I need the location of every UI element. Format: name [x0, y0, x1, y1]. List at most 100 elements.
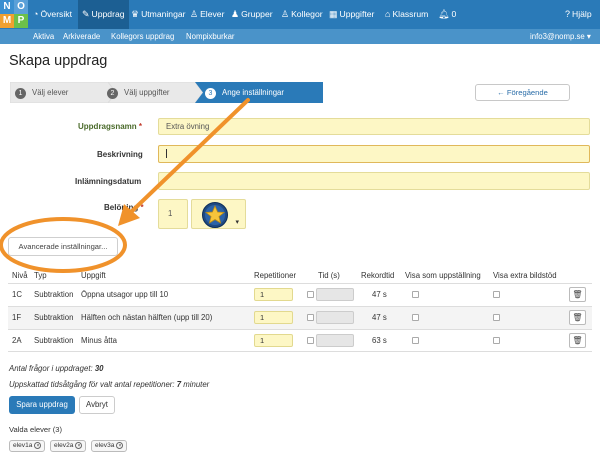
task-cell: Hälften och nästan hälften (upp till 20) [81, 313, 213, 322]
subnav-item-nompixburkar[interactable]: Nompixburkar [186, 29, 235, 44]
required-mark: * [140, 203, 144, 212]
subnav-item-kollegors-uppdrag[interactable]: Kollegors uppdrag [111, 29, 174, 44]
nav-item-klassrum[interactable]: ⌂ Klassrum [385, 0, 428, 29]
classroom-icon: ⌂ [385, 9, 391, 19]
step-settings[interactable]: 3 Ange inställningar [205, 82, 284, 103]
edit-icon: ✎ [82, 9, 90, 19]
time-input[interactable] [316, 334, 354, 347]
type-cell: Subtraktion [34, 290, 74, 299]
type-cell: Subtraktion [34, 336, 74, 345]
caret-down-icon: ▾ [586, 32, 591, 41]
level-cell: 1C [12, 290, 22, 299]
logo-letter: N [0, 0, 14, 14]
trash-icon: 🗑︎ [572, 313, 583, 322]
record-cell: 63 s [372, 336, 387, 345]
show-layout-checkbox[interactable] [412, 337, 419, 344]
top-navbar: N O M P ◔ Översikt ✎ Uppdrag ♛ Utmaningar ♙… [0, 0, 600, 29]
nomp-logo[interactable]: N O M P [0, 0, 29, 29]
colleagues-icon: ♙ [281, 9, 290, 19]
subnav-item-aktiva[interactable]: Aktiva [33, 29, 54, 44]
nav-item-utmaningar[interactable]: ♛ Utmaningar [131, 0, 186, 29]
nav-item-kollegor[interactable]: ♙ Kollegor [281, 0, 323, 29]
repetitions-input[interactable]: 1 [254, 334, 293, 347]
delete-button[interactable]: 🗑︎ [569, 310, 586, 325]
show-layout-checkbox[interactable] [412, 291, 419, 298]
time-limit-checkbox[interactable] [307, 337, 314, 344]
repetitions-input[interactable]: 1 [254, 311, 293, 324]
due-date-label: Inlämningsdatum [75, 177, 142, 186]
table-row: 1F Subtraktion Hälften och nästan hälfte… [8, 306, 592, 329]
dashboard-icon: ◔ [33, 9, 39, 19]
help-icon: ? [565, 9, 571, 19]
logo-letter: M [0, 14, 14, 28]
sub-navbar: Aktiva Arkiverade Kollegors uppdrag Nomp… [0, 29, 600, 44]
student-chip[interactable]: elev2a × [50, 440, 87, 452]
nav-item-oversikt[interactable]: ◔ Översikt [33, 0, 72, 29]
caret-down-icon: ▾ [235, 219, 239, 226]
chosen-students-label: Valda elever (3) [9, 425, 63, 434]
col-header-record: Rekordtid [361, 271, 395, 280]
due-date-input[interactable] [158, 172, 590, 190]
advanced-settings-button[interactable]: Avancerade inställningar... [8, 237, 118, 256]
level-cell: 1F [12, 313, 22, 322]
col-header-repetitions: Repetitioner [254, 271, 297, 280]
logo-letter: P [14, 14, 28, 28]
extra-image-checkbox[interactable] [493, 337, 500, 344]
col-header-task: Uppgift [81, 271, 106, 280]
save-button[interactable]: Spara uppdrag [9, 396, 75, 414]
remove-icon[interactable]: × [34, 441, 42, 449]
repetitions-input[interactable]: 1 [254, 288, 293, 301]
cancel-button[interactable]: Avbryt [79, 396, 115, 414]
col-header-show-layout: Visa som uppställning [405, 271, 481, 280]
bell-icon: 🔔︎ [438, 9, 450, 19]
reward-amount-input[interactable]: 1 [158, 199, 188, 229]
col-header-extra-image: Visa extra bildstöd [493, 271, 557, 280]
extra-image-checkbox[interactable] [493, 314, 500, 321]
type-cell: Subtraktion [34, 313, 74, 322]
time-limit-checkbox[interactable] [307, 314, 314, 321]
required-mark: * [138, 122, 143, 131]
help-link[interactable]: ? Hjälp [565, 0, 592, 29]
nav-item-grupper[interactable]: ♟ Grupper [231, 0, 273, 29]
subnav-item-arkiverade[interactable]: Arkiverade [63, 29, 100, 44]
table-icon: ▦ [329, 9, 338, 19]
nav-item-elever[interactable]: ♙ Elever [190, 0, 224, 29]
reward-label: Belöning * [104, 203, 144, 212]
page-title: Skapa uppdrag [9, 53, 108, 69]
group-icon: ♟ [231, 9, 240, 19]
nav-item-uppgifter[interactable]: ▦ Uppgifter [329, 0, 374, 29]
col-header-type: Typ [34, 271, 47, 280]
previous-button[interactable]: ← Föregående [475, 84, 570, 101]
remove-icon[interactable]: × [75, 441, 83, 449]
student-chip[interactable]: elev3a × [91, 440, 128, 452]
user-menu[interactable]: info3@nomp.se ▾ [530, 29, 591, 44]
level-cell: 2A [12, 336, 22, 345]
trophy-icon: ♛ [131, 9, 140, 19]
delete-button[interactable]: 🗑︎ [569, 333, 586, 348]
table-row: 1C Subtraktion Öppna utsagor upp till 10… [8, 283, 592, 306]
delete-button[interactable]: 🗑︎ [569, 287, 586, 302]
show-layout-checkbox[interactable] [412, 314, 419, 321]
table-row: 2A Subtraktion Minus åtta 1 63 s 🗑︎ [8, 329, 592, 352]
extra-image-checkbox[interactable] [493, 291, 500, 298]
description-label: Beskrivning [97, 150, 143, 159]
time-input[interactable] [316, 311, 354, 324]
step-select-tasks[interactable]: 2 Välj uppgifter [107, 82, 170, 103]
nav-item-notifications[interactable]: 🔔︎ 0 [438, 0, 456, 29]
col-header-time: Tid (s) [318, 271, 340, 280]
remove-icon[interactable]: × [116, 441, 124, 449]
reward-type-select[interactable]: ▾ [191, 199, 246, 229]
name-input[interactable]: Extra övning [158, 118, 590, 135]
trash-icon: 🗑︎ [572, 290, 583, 299]
time-limit-checkbox[interactable] [307, 291, 314, 298]
description-input[interactable] [158, 145, 590, 163]
nav-item-uppdrag[interactable]: ✎ Uppdrag [78, 0, 129, 29]
name-label: Uppdragsnamn * [78, 122, 143, 131]
time-input[interactable] [316, 288, 354, 301]
col-header-level: Nivå [12, 271, 28, 280]
student-chip[interactable]: elev1a × [9, 440, 46, 452]
record-cell: 47 s [372, 313, 387, 322]
task-cell: Minus åtta [81, 336, 117, 345]
step-select-students[interactable]: 1 Välj elever [15, 82, 68, 103]
trash-icon: 🗑︎ [572, 336, 583, 345]
